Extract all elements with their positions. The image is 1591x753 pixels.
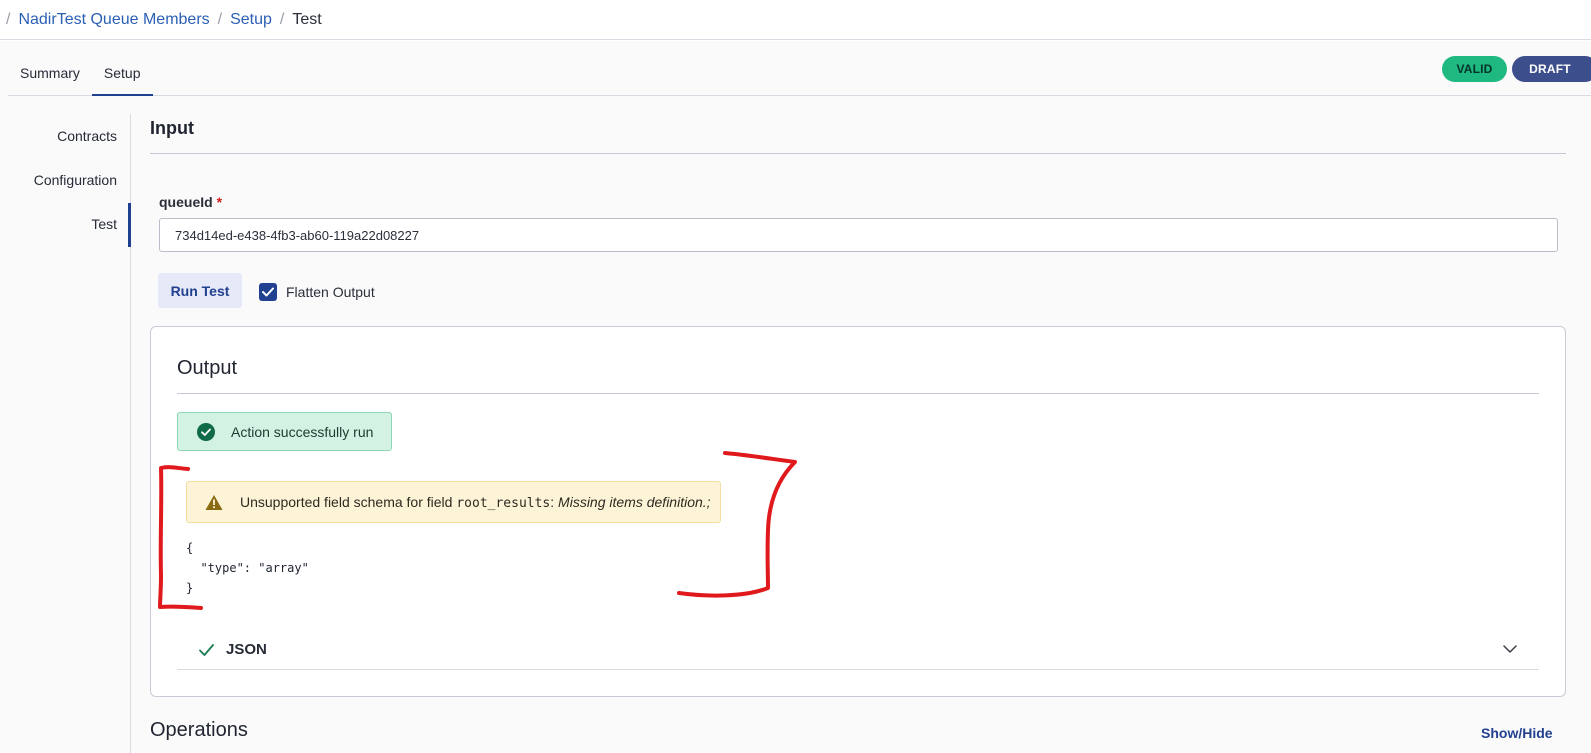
breadcrumb: / NadirTest Queue Members / Setup / Test	[0, 0, 1591, 40]
input-section-title: Input	[150, 118, 194, 138]
output-divider	[177, 393, 1539, 394]
draft-status-badge: DRAFT	[1512, 56, 1591, 82]
breadcrumb-separator: /	[6, 10, 11, 28]
breadcrumb-separator: /	[217, 10, 223, 28]
sidebar-item-test[interactable]: Test	[0, 202, 131, 246]
json-accordion[interactable]: JSON	[177, 630, 1539, 670]
sidebar-item-contracts[interactable]: Contracts	[0, 114, 131, 158]
queue-id-label-text: queueId	[159, 194, 213, 210]
valid-status-badge: VALID	[1442, 56, 1507, 82]
schema-json-code: { "type": "array" }	[186, 541, 309, 595]
show-hide-toggle[interactable]: Show/Hide	[1481, 725, 1553, 741]
tab-summary[interactable]: Summary	[8, 56, 92, 96]
sidebar-menu: Contracts Configuration Test	[0, 114, 131, 246]
warning-message: Unsupported field schema for field root_…	[240, 494, 711, 511]
breadcrumb-separator: /	[279, 10, 285, 28]
warning-alert: Unsupported field schema for field root_…	[186, 481, 721, 523]
breadcrumb-item-setup[interactable]: Setup	[230, 11, 272, 29]
json-accordion-label: JSON	[226, 641, 267, 658]
queue-id-input[interactable]	[159, 218, 1558, 252]
warning-triangle-icon	[205, 495, 223, 510]
checkmark-icon	[262, 287, 274, 297]
warning-field-name: root_results	[456, 496, 551, 511]
sidebar-item-configuration[interactable]: Configuration	[0, 158, 131, 202]
flatten-output-checkbox[interactable]	[259, 283, 277, 301]
warning-detail: Missing items definition.;	[558, 494, 711, 510]
required-marker: *	[216, 194, 223, 210]
success-alert: Action successfully run	[177, 412, 392, 451]
input-divider	[150, 153, 1566, 154]
breadcrumb-item-test: Test	[292, 10, 322, 28]
tab-bar: Summary Setup	[8, 56, 1591, 96]
success-message: Action successfully run	[231, 424, 374, 440]
check-circle-icon	[197, 423, 215, 441]
queue-id-label: queueId *	[159, 194, 222, 210]
warning-colon: :	[550, 494, 559, 510]
warning-prefix: Unsupported field schema for field	[240, 494, 457, 510]
flatten-output-label[interactable]: Flatten Output	[286, 284, 375, 300]
check-icon	[199, 644, 214, 656]
operations-title: Operations	[150, 719, 248, 741]
breadcrumb-item-queue-members[interactable]: NadirTest Queue Members	[18, 11, 209, 29]
app-root: / NadirTest Queue Members / Setup / Test…	[0, 0, 1591, 753]
tab-setup[interactable]: Setup	[91, 56, 153, 96]
output-title: Output	[177, 357, 238, 379]
chevron-down-icon[interactable]	[1503, 644, 1517, 654]
run-test-button[interactable]: Run Test	[158, 273, 242, 308]
